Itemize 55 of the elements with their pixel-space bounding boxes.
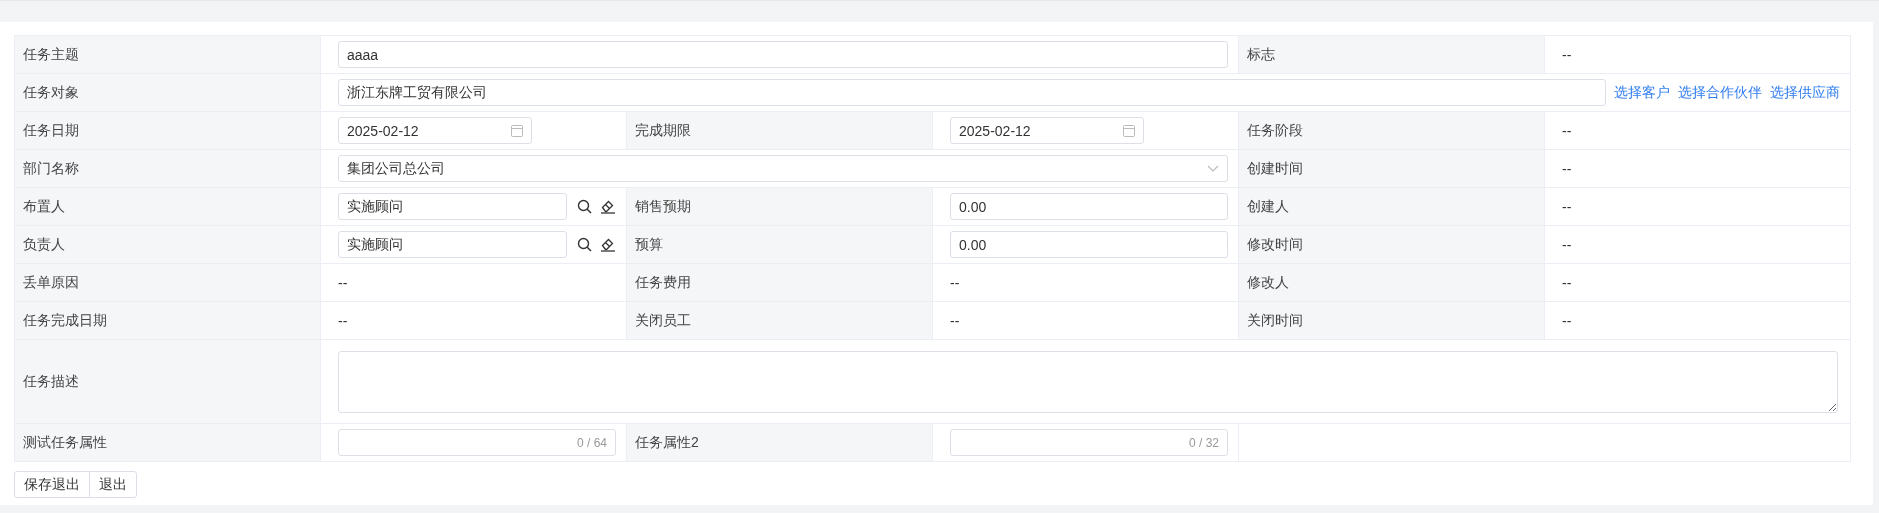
- select-link[interactable]: 选择供应商: [1770, 83, 1840, 102]
- field-value: --: [1562, 160, 1572, 177]
- field-label: 布置人: [15, 188, 321, 226]
- eraser-icon[interactable]: [600, 199, 616, 214]
- field-value: --: [950, 312, 960, 329]
- chevron-down-icon: [1207, 165, 1219, 172]
- field-value: --: [1562, 312, 1572, 329]
- field-label: 创建人: [1239, 188, 1545, 226]
- field-label: 任务完成日期: [15, 302, 321, 340]
- field-label: 任务费用: [627, 264, 933, 302]
- date-input[interactable]: 2025-02-12: [338, 117, 532, 144]
- field-value: --: [338, 274, 348, 291]
- field-label: 预算: [627, 226, 933, 264]
- field-label: 部门名称: [15, 150, 321, 188]
- text-input[interactable]: 实施顾问: [338, 231, 567, 258]
- field-label: 标志: [1239, 36, 1545, 74]
- field-label: 完成期限: [627, 112, 933, 150]
- text-input[interactable]: 0.00: [950, 231, 1228, 258]
- calendar-icon: [1123, 124, 1135, 137]
- field-label: 创建时间: [1239, 150, 1545, 188]
- action-button[interactable]: 退出: [89, 471, 137, 498]
- select-link[interactable]: 选择合作伙伴: [1678, 83, 1762, 102]
- field-label: 修改时间: [1239, 226, 1545, 264]
- select-link[interactable]: 选择客户: [1614, 83, 1670, 102]
- field-label: 任务主题: [15, 36, 321, 74]
- text-input[interactable]: 实施顾问: [338, 193, 567, 220]
- search-icon[interactable]: [577, 199, 592, 214]
- field-label: 任务描述: [15, 340, 321, 424]
- text-input[interactable]: 0.00: [950, 193, 1228, 220]
- field-value: --: [1562, 122, 1572, 139]
- field-label: 测试任务属性: [15, 424, 321, 462]
- select-dropdown[interactable]: 集团公司总公司: [338, 155, 1228, 182]
- field-label: 任务属性2: [627, 424, 933, 462]
- text-input[interactable]: aaaa: [338, 41, 1228, 68]
- eraser-icon[interactable]: [600, 237, 616, 252]
- action-button[interactable]: 保存退出: [14, 471, 90, 498]
- search-icon[interactable]: [577, 237, 592, 252]
- text-input[interactable]: 浙江东牌工贸有限公司: [338, 79, 1606, 106]
- field-label: 关闭员工: [627, 302, 933, 340]
- field-label: 任务阶段: [1239, 112, 1545, 150]
- field-label: 修改人: [1239, 264, 1545, 302]
- date-input[interactable]: 2025-02-12: [950, 117, 1144, 144]
- field-label: 任务日期: [15, 112, 321, 150]
- field-value: --: [1562, 198, 1572, 215]
- field-label: 关闭时间: [1239, 302, 1545, 340]
- field-value: --: [950, 274, 960, 291]
- calendar-icon: [511, 124, 523, 137]
- field-label: 负责人: [15, 226, 321, 264]
- field-label: 丢单原因: [15, 264, 321, 302]
- field-label: 任务对象: [15, 74, 321, 112]
- field-value: --: [1562, 46, 1572, 63]
- field-label: 销售预期: [627, 188, 933, 226]
- field-value: --: [338, 312, 348, 329]
- field-value: --: [1562, 236, 1572, 253]
- field-value: --: [1562, 274, 1572, 291]
